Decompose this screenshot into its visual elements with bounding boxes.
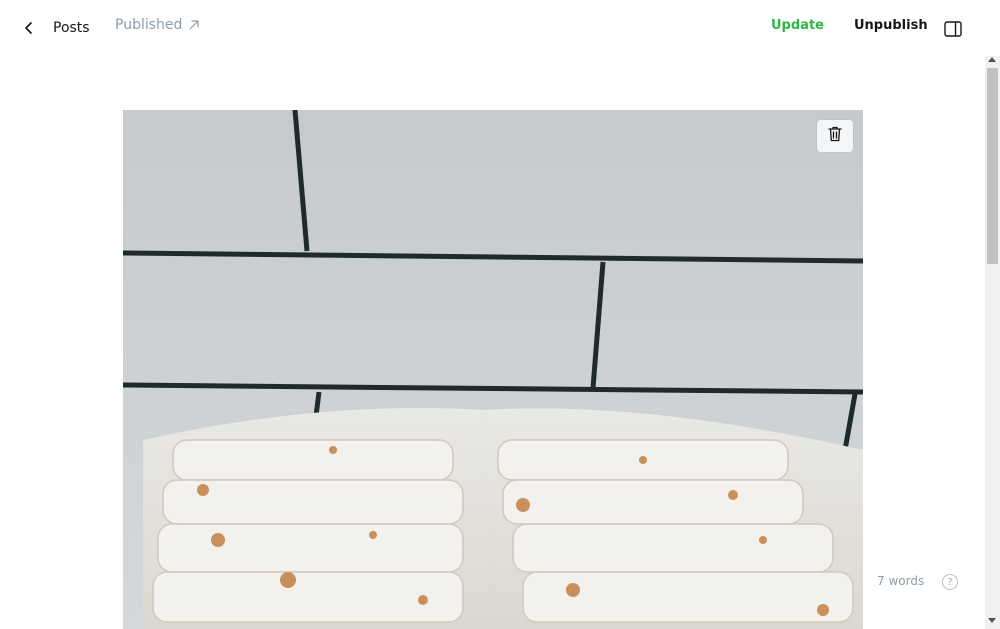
scroll-down-arrow-icon[interactable] (988, 618, 996, 623)
delete-image-button[interactable] (817, 120, 853, 152)
scroll-thumb[interactable] (987, 68, 998, 264)
arrow-up-right-icon (188, 19, 200, 31)
trash-icon (828, 126, 842, 146)
editor-canvas (0, 56, 985, 629)
word-count: 7 words (877, 574, 925, 588)
status-label: Published (115, 17, 183, 33)
back-to-posts-button[interactable]: Posts (24, 16, 90, 40)
help-icon[interactable]: ? (942, 574, 958, 590)
feature-image-photo (123, 110, 863, 629)
back-label: Posts (53, 20, 90, 36)
scrollbar[interactable] (985, 56, 1000, 629)
post-status-link[interactable]: Published (115, 17, 200, 33)
scroll-up-arrow-icon[interactable] (988, 57, 996, 62)
sidebar-panel-icon[interactable] (944, 21, 962, 37)
chevron-left-icon (24, 16, 42, 40)
update-button[interactable]: Update (771, 18, 824, 33)
editor-header: Posts Published Update Unpublish (0, 0, 1000, 56)
feature-image[interactable] (123, 110, 863, 629)
unpublish-button[interactable]: Unpublish (854, 18, 928, 33)
